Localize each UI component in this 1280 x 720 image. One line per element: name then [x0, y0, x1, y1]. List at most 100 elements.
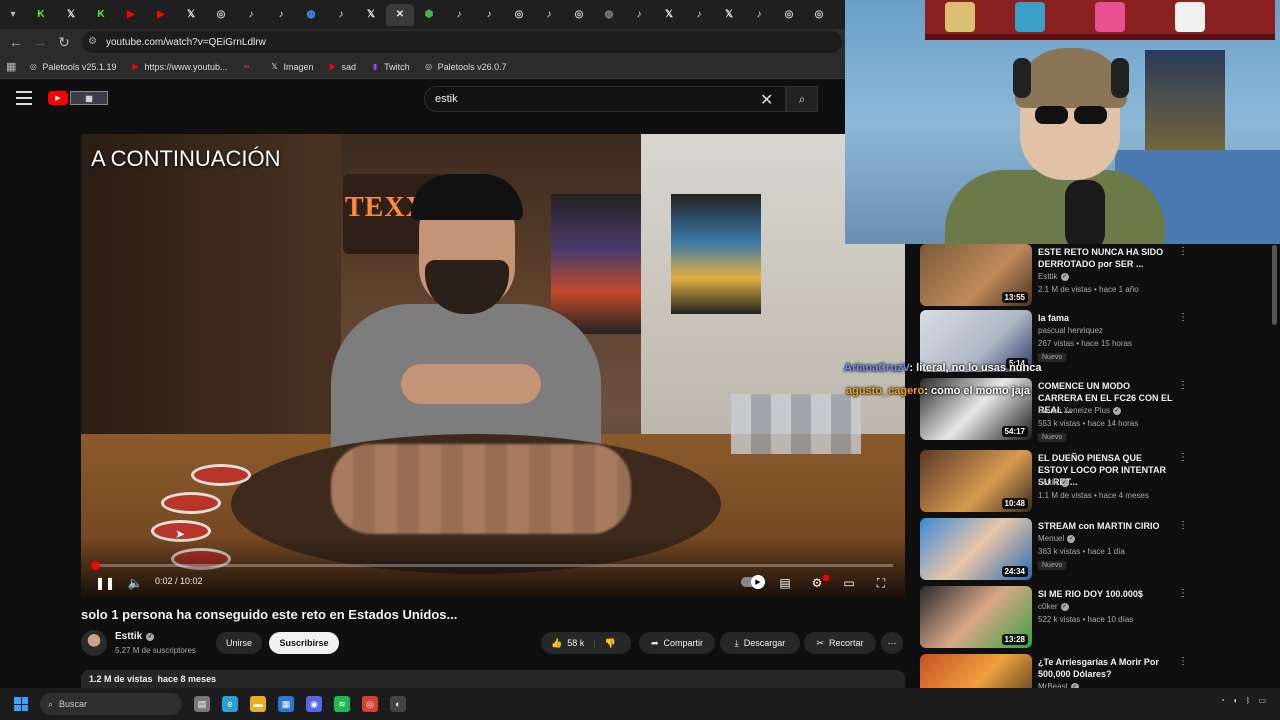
share-button[interactable]: ➦ Compartir [639, 632, 715, 654]
youtube-logo-badge[interactable]: ▦ [70, 91, 108, 105]
download-button[interactable]: ⤓ Descargar [720, 632, 800, 654]
obs-icon[interactable]: ◐ [390, 696, 406, 712]
clear-search-icon[interactable]: ✕ [760, 90, 773, 110]
browser-tab[interactable]: ♪ [474, 4, 504, 26]
browser-tab[interactable]: K [26, 4, 56, 26]
tab-search-dropdown-icon[interactable]: ▾ [4, 6, 22, 24]
browser-tab[interactable]: ♪ [326, 4, 356, 26]
more-options-icon[interactable]: ⋮ [1178, 312, 1188, 323]
spotify-icon[interactable]: ≋ [334, 696, 350, 712]
browser-tab[interactable]: ⬢ [414, 4, 444, 26]
search-input[interactable]: estik [424, 86, 786, 112]
channel-row[interactable]: Esttik ✓ [1038, 272, 1069, 281]
site-info-icon[interactable]: ⚙ [88, 36, 100, 48]
volume-icon[interactable]: ◖ [1233, 696, 1238, 705]
browser-tab[interactable]: ♪ [266, 4, 296, 26]
more-options-icon[interactable]: ⋮ [1178, 520, 1188, 531]
discord-icon[interactable]: ◉ [306, 696, 322, 712]
pause-icon[interactable]: ❚❚ [95, 574, 115, 592]
video-title[interactable]: la fama [1038, 312, 1174, 324]
taskbar-search[interactable]: ⌕ Buscar [40, 693, 182, 715]
youtube-logo-icon[interactable]: ▶ [48, 91, 68, 105]
chrome-icon[interactable]: ◎ [362, 696, 378, 712]
bookmark-item[interactable]: 𝕏 Imagen [270, 62, 313, 72]
recommended-video[interactable]: 24:34 STREAM con MARTIN CIRIO Menuel ✓ 363 k… [920, 518, 1190, 582]
video-title[interactable]: ¿Te Arriesgarías A Morir Por 500,000 Dól… [1038, 656, 1174, 680]
browser-tab[interactable]: 𝕏 [176, 4, 206, 26]
fullscreen-icon[interactable]: ⛶ [873, 574, 889, 592]
video-title[interactable]: SI ME RIO DOY 100.000$ [1038, 588, 1174, 600]
browser-tab[interactable]: ◎ [504, 4, 534, 26]
search-button[interactable]: ⌕ [786, 86, 818, 112]
bookmark-item[interactable]: ∞ [242, 62, 256, 72]
thumbs-down-icon[interactable]: 👎 [605, 638, 616, 649]
more-options-icon[interactable]: ⋮ [1178, 656, 1188, 667]
more-options-icon[interactable]: ⋮ [1178, 380, 1188, 391]
video-thumbnail[interactable]: 10:48 [920, 450, 1032, 512]
thumbs-up-icon[interactable]: 👍 [551, 638, 562, 649]
channel-avatar[interactable] [81, 630, 107, 656]
browser-tab[interactable]: ◍ [296, 4, 326, 26]
bookmark-item[interactable]: ▶ https://www.youtub... [130, 62, 227, 72]
browser-tab[interactable]: ✕ [386, 3, 414, 26]
browser-tab[interactable]: ♪ [684, 4, 714, 26]
address-bar[interactable]: ⚙ youtube.com/watch?v=QEiGrnLdlrw [82, 31, 842, 53]
browser-tab[interactable]: 𝕏 [56, 4, 86, 26]
menu-hamburger-icon[interactable] [16, 91, 32, 105]
store-icon[interactable]: ▦ [278, 696, 294, 712]
forward-arrow-icon[interactable]: → [28, 30, 52, 54]
browser-tab[interactable]: ♪ [624, 4, 654, 26]
recommended-video[interactable]: 13:28 SI ME RIO DOY 100.000$ c0ker ✓ 522 k v… [920, 586, 1190, 650]
theater-mode-icon[interactable]: ▭ [841, 574, 857, 592]
video-player[interactable]: TEXX A CONTINUACIÓN ➤ ❚❚ 🔈 0:02 / 10:02 … [81, 134, 905, 597]
like-count[interactable]: 58 k [567, 638, 584, 648]
more-options-icon[interactable]: ⋮ [1178, 452, 1188, 463]
video-thumbnail[interactable]: 24:34 [920, 518, 1032, 580]
apps-grid-icon[interactable]: ▦ [6, 60, 16, 73]
progress-bar[interactable] [91, 561, 893, 570]
folder-icon[interactable]: ▬ [250, 696, 266, 712]
video-title[interactable]: ESTE RETO NUNCA HA SIDO DERROTADO por SE… [1038, 246, 1174, 270]
browser-tab[interactable]: 𝕏 [654, 4, 684, 26]
recommended-video[interactable]: 10:48 EL DUEÑO PIENSA QUE ESTOY LOCO POR … [920, 450, 1190, 514]
channel-name-row[interactable]: Esttik ✓ [115, 631, 155, 642]
file-icon[interactable]: ▤ [194, 696, 210, 712]
subscribe-button[interactable]: Suscribirse [269, 632, 339, 654]
join-button[interactable]: Unirse [216, 632, 262, 654]
browser-tab[interactable]: K [86, 4, 116, 26]
browser-tab[interactable]: ◎ [206, 4, 236, 26]
video-thumbnail[interactable]: 13:28 [920, 586, 1032, 648]
browser-tab[interactable]: 𝕏 [356, 4, 386, 26]
battery-icon[interactable]: ▭ [1258, 696, 1266, 705]
video-thumbnail[interactable] [920, 654, 1032, 690]
reload-icon[interactable]: ↻ [52, 30, 76, 54]
browser-tab[interactable]: ♪ [534, 4, 564, 26]
more-options-icon[interactable]: ⋮ [1178, 246, 1188, 257]
browser-tab[interactable]: ◍ [594, 4, 624, 26]
edge-icon[interactable]: e [222, 696, 238, 712]
browser-tab[interactable]: ♪ [744, 4, 774, 26]
channel-row[interactable]: Menuel ✓ [1038, 534, 1076, 543]
bookmark-item[interactable]: ▶ sad [328, 62, 356, 72]
bookmark-item[interactable]: ◎ Paletools v25.1.19 [28, 62, 117, 72]
subtitles-icon[interactable]: ▤ [777, 574, 793, 592]
browser-tab[interactable]: ♪ [236, 4, 266, 26]
clip-button[interactable]: ✂ Recortar [804, 632, 876, 654]
more-actions-icon[interactable]: ⋯ [881, 632, 903, 654]
channel-row[interactable]: pascual henriquez [1038, 326, 1103, 335]
more-options-icon[interactable]: ⋮ [1178, 588, 1188, 599]
browser-tab[interactable]: 𝕏 [714, 4, 744, 26]
browser-tab[interactable]: ◎ [774, 4, 804, 26]
back-arrow-icon[interactable]: ← [4, 30, 28, 54]
bookmark-item[interactable]: ▮ Twitch [370, 62, 410, 72]
windows-start-icon[interactable] [14, 697, 28, 711]
volume-icon[interactable]: 🔈 [127, 574, 143, 592]
browser-tab[interactable]: ◎ [564, 4, 594, 26]
recommended-video[interactable]: ¿Te Arriesgarías A Morir Por 500,000 Dól… [920, 654, 1190, 690]
description-box[interactable]: 1.2 M de vistas hace 8 meses [81, 670, 905, 690]
channel-row[interactable]: Esttik ✓ [1038, 478, 1069, 487]
recommended-video[interactable]: 13:55 ESTE RETO NUNCA HA SIDO DERROTADO p… [920, 244, 1190, 308]
browser-tab[interactable]: ◎ [804, 4, 834, 26]
scrollbar-thumb[interactable] [1272, 245, 1277, 325]
bookmark-item[interactable]: ◎ Paletools v26.0.7 [424, 62, 507, 72]
